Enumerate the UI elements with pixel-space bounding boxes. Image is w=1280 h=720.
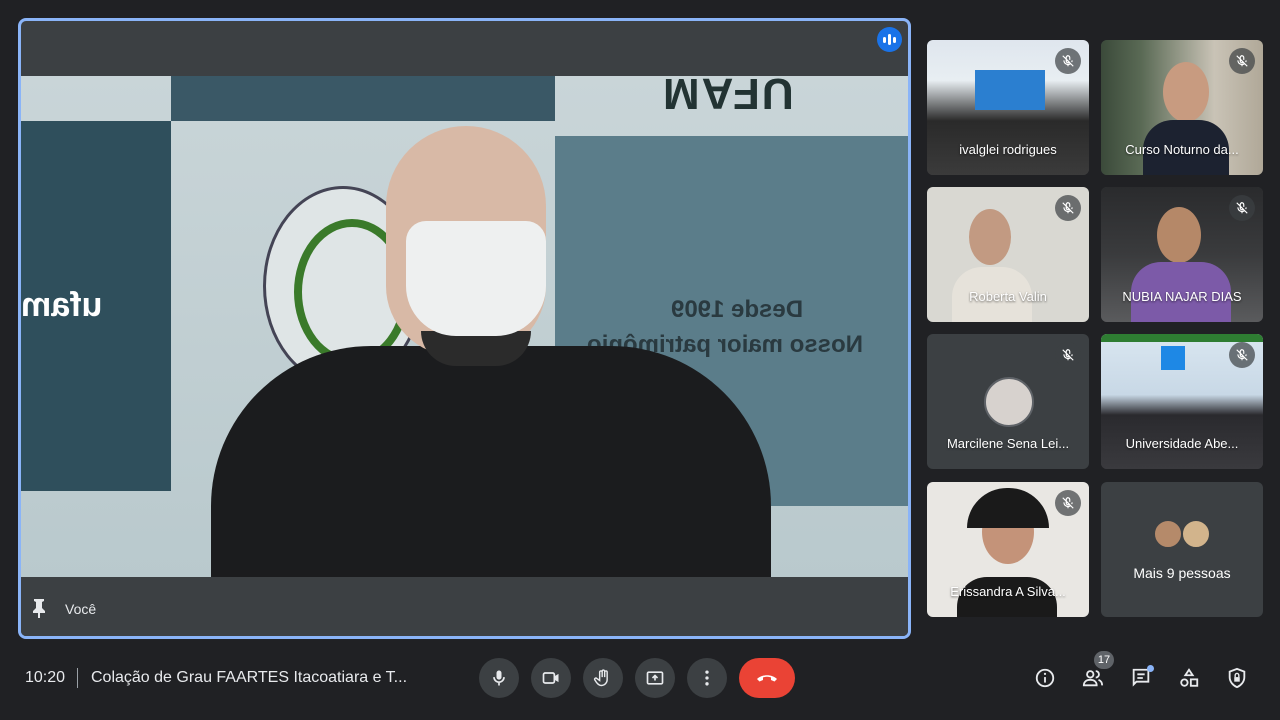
backdrop-logo-text: UFAM	[661, 76, 794, 118]
banner-stripe	[1101, 334, 1263, 342]
people-icon	[1082, 670, 1104, 687]
host-controls-button[interactable]	[1225, 666, 1249, 690]
more-participants-label: Mais 9 pessoas	[1133, 565, 1231, 581]
pin-icon[interactable]	[31, 598, 47, 618]
mic-off-icon	[1229, 342, 1255, 368]
shield-lock-icon	[1228, 667, 1246, 689]
participant-name: ivalglei rodrigues	[959, 142, 1057, 157]
participant-name: NUBIA NAJAR DIAS	[1122, 289, 1242, 304]
hand-icon	[593, 669, 608, 687]
phone-hangup-icon	[757, 675, 777, 682]
info-icon	[1035, 668, 1055, 688]
participant-tile[interactable]: Erissandra A Silva...	[927, 482, 1089, 617]
microphone-icon	[493, 670, 505, 686]
participant-tile[interactable]: Universidade Abe...	[1101, 334, 1263, 469]
backdrop-left-text: ufam	[21, 286, 103, 324]
mic-off-icon	[1055, 48, 1081, 74]
participant-face	[1157, 207, 1201, 263]
meeting-title: Colação de Grau FAARTES Itacoatiara e T.…	[91, 669, 408, 686]
participant-avatar	[984, 377, 1034, 427]
avatar	[1181, 519, 1211, 549]
video-camera-icon	[542, 672, 559, 684]
more-options-button[interactable]	[687, 658, 727, 698]
participant-tile[interactable]: NUBIA NAJAR DIAS	[1101, 187, 1263, 322]
face-mask	[406, 221, 546, 336]
backdrop-panel	[171, 76, 555, 121]
raise-hand-button[interactable]	[583, 658, 623, 698]
stage-curtain	[975, 70, 1045, 110]
participant-face	[1163, 62, 1209, 122]
microphone-button[interactable]	[479, 658, 519, 698]
more-participants-tile[interactable]: Mais 9 pessoas	[1101, 482, 1263, 617]
meeting-clock: 10:20	[25, 669, 66, 686]
main-tile-footer: Você	[21, 577, 908, 636]
speaking-indicator-icon	[877, 27, 902, 52]
avatar	[1153, 519, 1183, 549]
present-screen-button[interactable]	[635, 658, 675, 698]
present-screen-icon	[646, 671, 664, 685]
mic-off-icon	[1229, 48, 1255, 74]
participant-tile[interactable]: Roberta Valin	[927, 187, 1089, 322]
activities-icon	[1180, 668, 1199, 687]
speaker-name-label: Você	[65, 601, 97, 617]
participant-name: Curso Noturno da...	[1125, 142, 1239, 157]
divider	[77, 668, 78, 688]
participant-name: Erissandra A Silva...	[950, 584, 1066, 599]
participant-count-badge: 17	[1094, 651, 1114, 669]
camera-button[interactable]	[531, 658, 571, 698]
chat-notification-dot	[1147, 665, 1154, 672]
activities-button[interactable]	[1177, 666, 1201, 690]
leave-call-button[interactable]	[739, 658, 795, 698]
mic-off-icon	[1055, 490, 1081, 516]
more-vert-icon	[705, 670, 709, 686]
mic-off-icon	[1055, 342, 1081, 368]
mic-off-icon	[1055, 195, 1081, 221]
speaker-person	[211, 126, 771, 580]
main-speaker-tile[interactable]: UFAM Desde 1909 Nosso maior patrimônio u…	[18, 18, 911, 639]
participant-hair	[967, 488, 1049, 528]
participant-name: Universidade Abe...	[1125, 436, 1239, 451]
main-video-feed: UFAM Desde 1909 Nosso maior patrimônio u…	[21, 76, 908, 580]
graduation-robe	[211, 346, 771, 580]
participant-tile[interactable]: Curso Noturno da...	[1101, 40, 1263, 175]
participant-face	[969, 209, 1011, 265]
bottom-control-bar: 10:20 Colação de Grau FAARTES Itacoatiar…	[0, 650, 1280, 720]
participant-tile[interactable]: Marcilene Sena Lei...	[927, 334, 1089, 469]
banner-logo	[1161, 346, 1185, 370]
meeting-details-button[interactable]	[1033, 666, 1057, 690]
participant-tile[interactable]: ivalglei rodrigues	[927, 40, 1089, 175]
mic-off-icon	[1229, 195, 1255, 221]
participant-name: Roberta Valin	[969, 289, 1047, 304]
participant-name: Marcilene Sena Lei...	[946, 436, 1070, 451]
participants-button[interactable]	[1081, 666, 1105, 690]
